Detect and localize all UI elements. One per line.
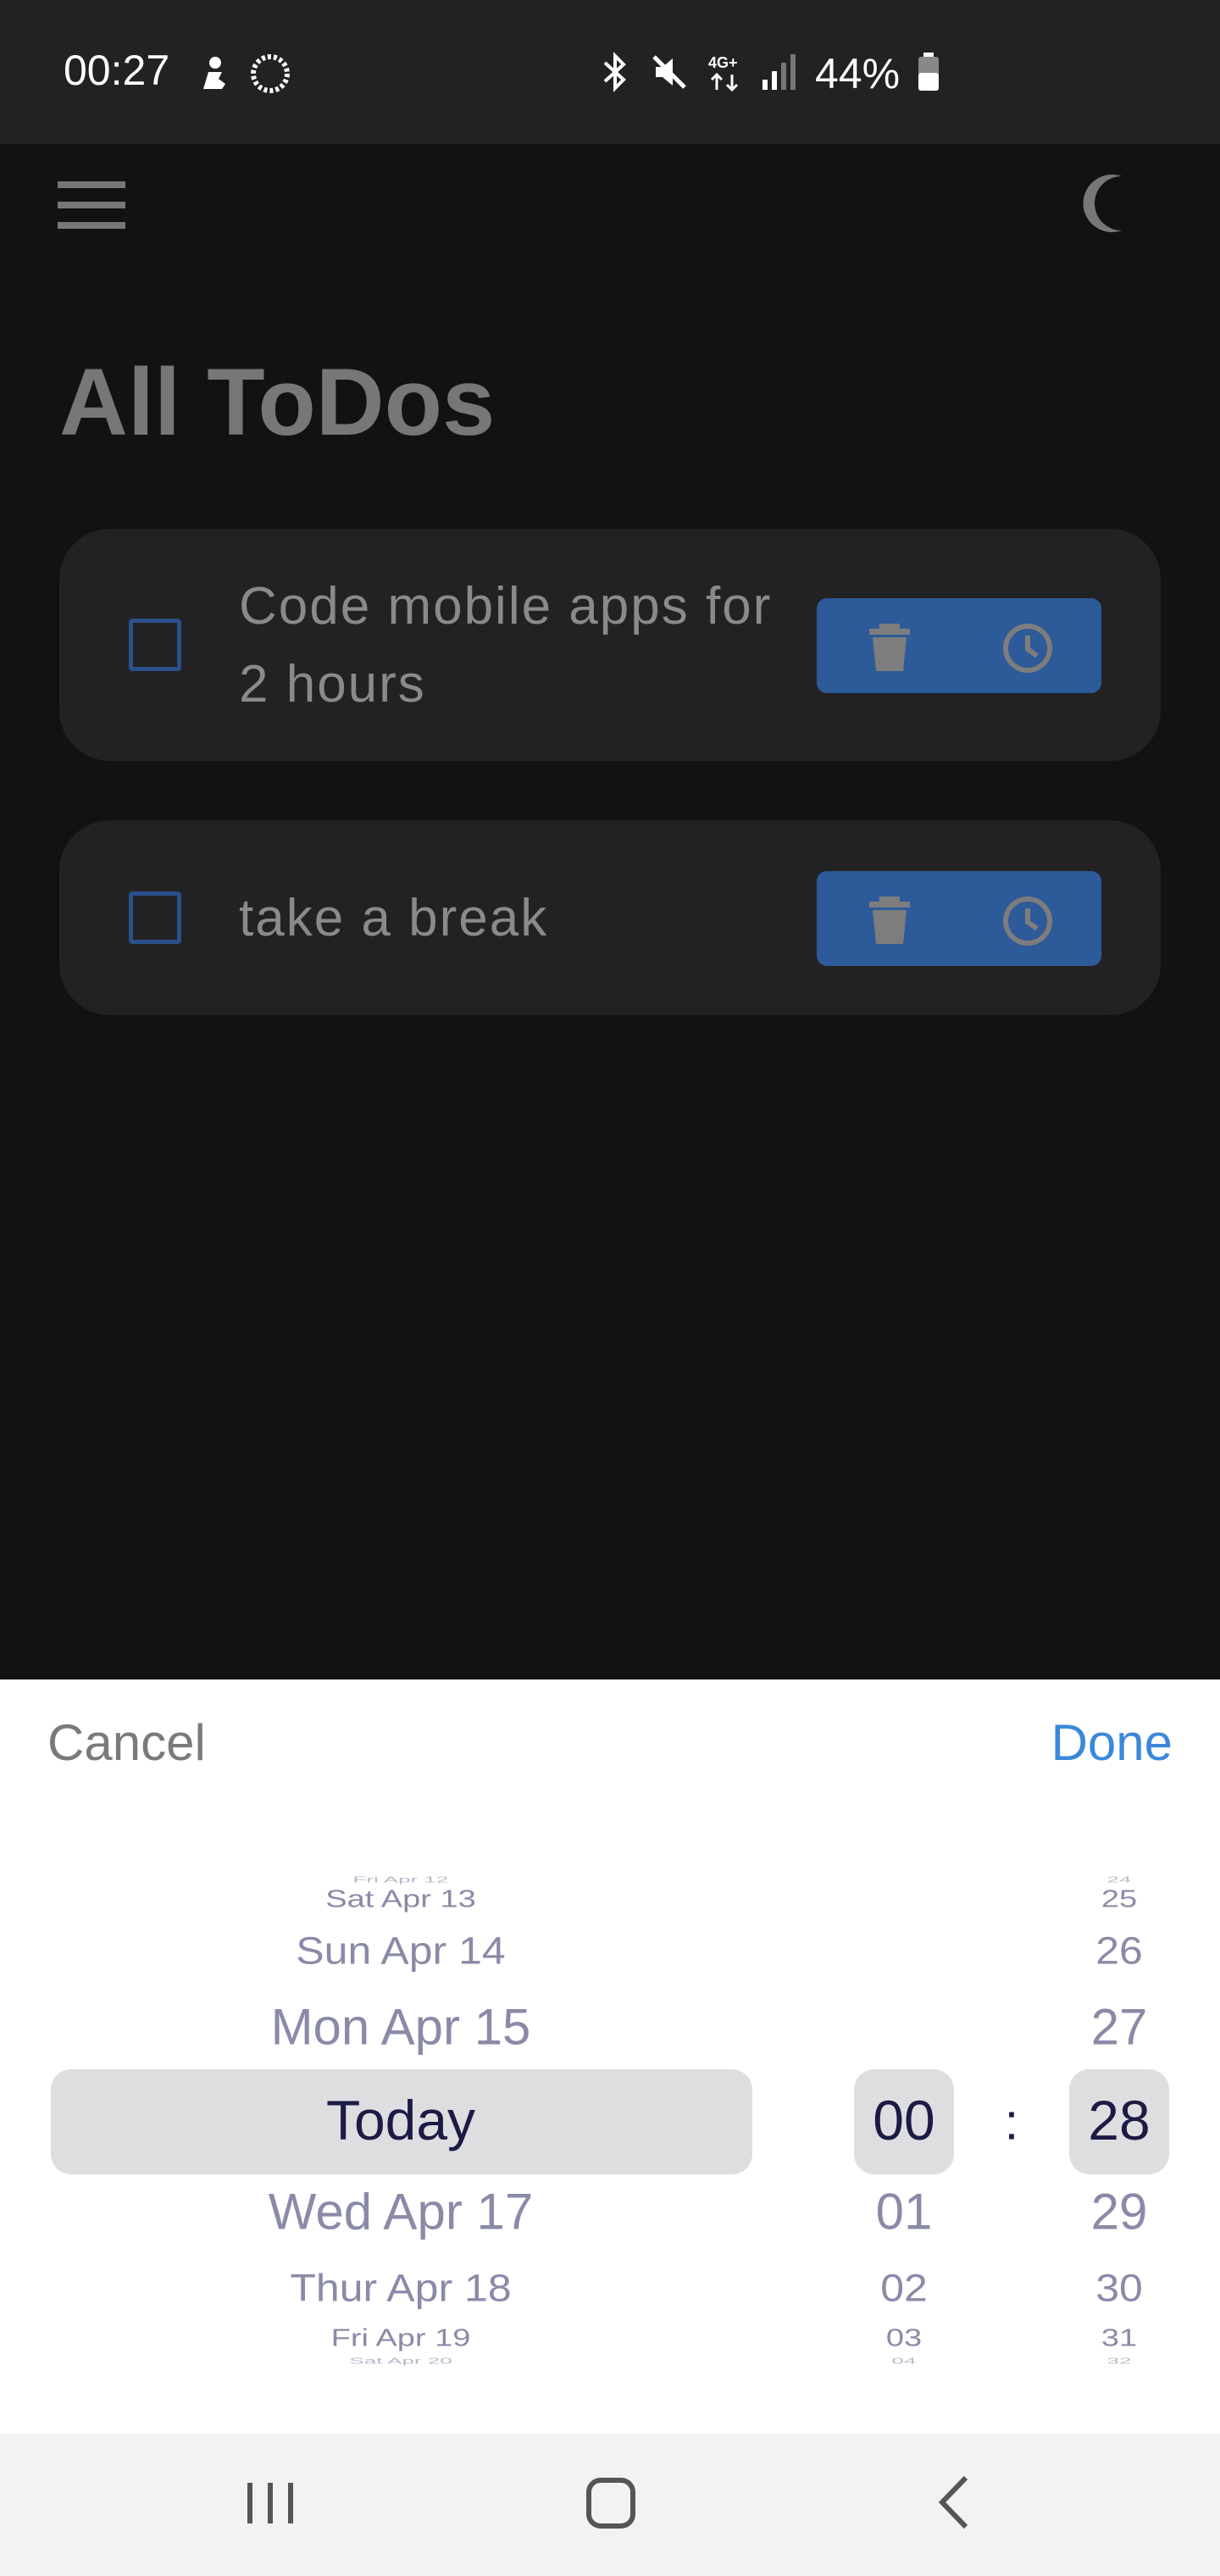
date-wheel-item[interactable]: Fri Apr 12 [353, 1874, 449, 1885]
page-title: All ToDos [59, 349, 496, 455]
hour-wheel-selected[interactable]: 00 [873, 2088, 934, 2152]
date-wheel-item[interactable]: Thur Apr 18 [290, 2266, 511, 2310]
minute-wheel-item[interactable]: 29 [1091, 2183, 1148, 2241]
todo-checkbox[interactable] [129, 619, 181, 671]
hour-wheel-item[interactable]: 02 [880, 2266, 928, 2310]
datetime-picker-sheet: Cancel Done Fri Apr 12 Sat Apr 13 Sun Ap… [0, 1679, 1220, 2434]
battery-icon [917, 52, 940, 96]
date-wheel-item[interactable]: Wed Apr 17 [269, 2183, 533, 2241]
date-wheel-item[interactable]: Sat Apr 20 [349, 2356, 452, 2366]
clock-icon[interactable] [1001, 622, 1054, 675]
hour-wheel-item[interactable]: 04 [892, 2356, 917, 2366]
minute-wheel-item[interactable]: 25 [1101, 1886, 1137, 1913]
todo-item: Code mobile apps for 2 hours [59, 529, 1161, 761]
trash-icon[interactable] [864, 897, 915, 944]
todo-text: take a break [239, 889, 549, 947]
minute-wheel-item[interactable]: 32 [1107, 2356, 1132, 2366]
minute-wheel-item[interactable]: 30 [1095, 2266, 1143, 2310]
todo-text: Code mobile apps for 2 hours [239, 577, 773, 713]
date-wheel-item[interactable]: Sat Apr 13 [325, 1886, 475, 1913]
cancel-button[interactable]: Cancel [47, 1713, 206, 1772]
svg-text:4G+: 4G+ [708, 54, 738, 71]
battery-percent: 44% [815, 50, 901, 97]
pip-icon [197, 55, 230, 97]
date-wheel-item[interactable]: Fri Apr 19 [331, 2325, 471, 2352]
status-bar: 00:27 4G+ 44% [0, 0, 1220, 144]
system-navigation-bar [0, 2434, 1220, 2576]
moon-icon[interactable] [1074, 169, 1142, 237]
hour-wheel-item[interactable]: 03 [886, 2325, 922, 2352]
minute-wheel-item[interactable]: 31 [1101, 2325, 1137, 2352]
time-separator: : [1004, 2093, 1019, 2151]
sync-icon [249, 53, 291, 99]
todo-checkbox[interactable] [129, 891, 181, 944]
network-type-icon: 4G+ [707, 51, 744, 97]
done-button[interactable]: Done [1051, 1713, 1173, 1772]
hour-wheel-item[interactable]: 01 [876, 2183, 933, 2241]
home-icon[interactable] [585, 2476, 637, 2530]
recent-apps-icon[interactable] [244, 2478, 298, 2529]
minute-wheel-item[interactable]: 24 [1107, 1874, 1132, 1885]
minute-wheel-item[interactable]: 27 [1091, 1998, 1148, 2057]
todo-actions [817, 598, 1101, 693]
trash-icon[interactable] [864, 624, 915, 671]
todo-item: take a break [59, 820, 1161, 1015]
minute-wheel-selected[interactable]: 28 [1088, 2088, 1150, 2152]
bluetooth-icon [598, 51, 632, 97]
clock-icon[interactable] [1001, 895, 1054, 947]
status-time: 00:27 [64, 47, 170, 94]
back-icon[interactable] [932, 2473, 974, 2532]
date-wheel-selected[interactable]: Today [326, 2088, 475, 2152]
date-wheel-item[interactable]: Sun Apr 14 [296, 1929, 505, 1973]
mute-icon [649, 52, 690, 97]
hamburger-menu-icon[interactable] [58, 180, 125, 230]
todo-actions [817, 871, 1101, 966]
date-wheel-item[interactable]: Mon Apr 15 [271, 1998, 531, 2057]
minute-wheel-item[interactable]: 26 [1095, 1929, 1143, 1973]
signal-icon [761, 53, 798, 96]
